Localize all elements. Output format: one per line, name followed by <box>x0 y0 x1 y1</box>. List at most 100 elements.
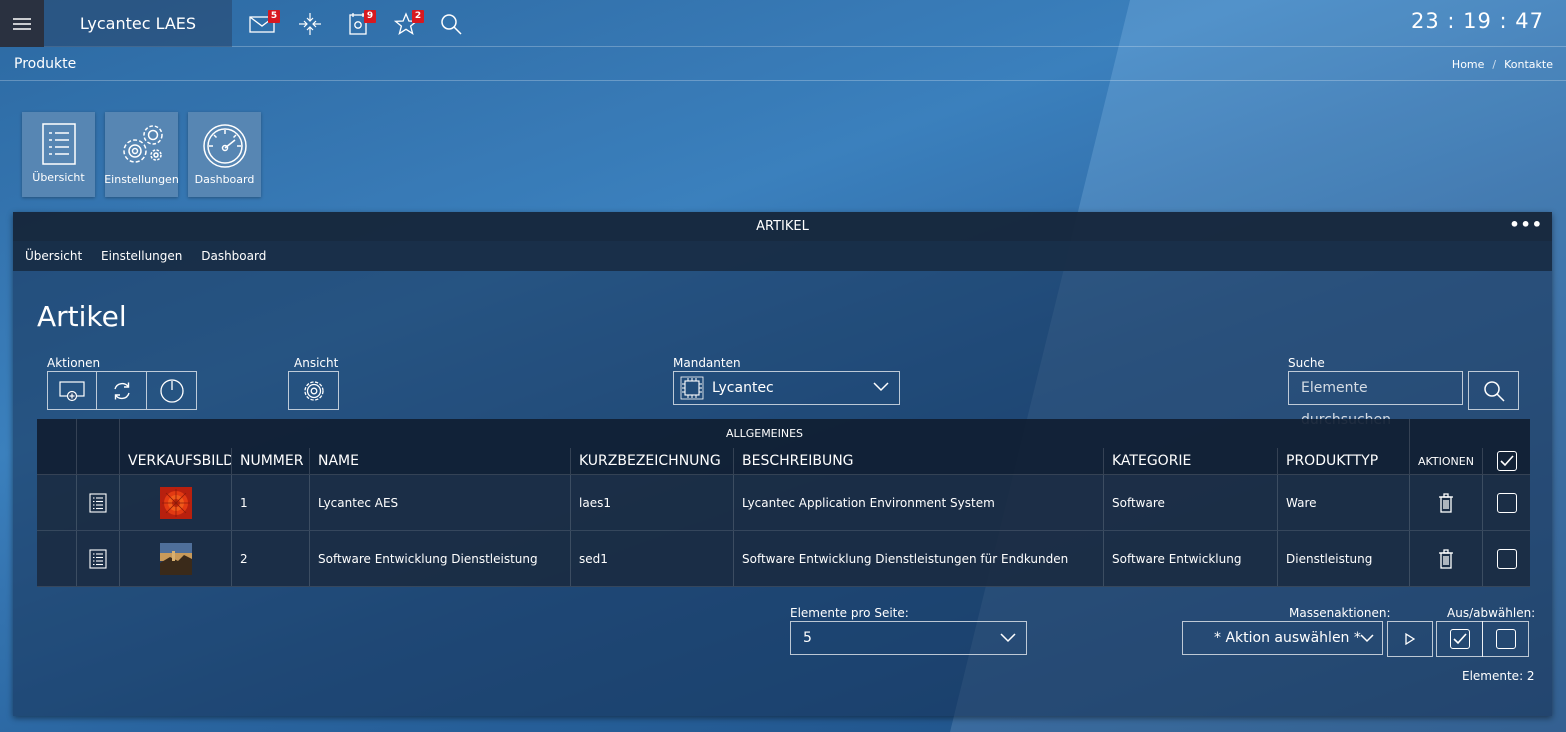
breadcrumb: Home / Kontakte <box>1452 58 1553 71</box>
cell-nummer: 2 <box>232 531 310 586</box>
search-input[interactable]: Elemente durchsuchen <box>1288 371 1463 428</box>
delete-button[interactable] <box>1410 531 1483 586</box>
play-icon <box>1405 633 1415 645</box>
power-button[interactable] <box>147 371 197 410</box>
power-icon <box>159 378 184 403</box>
favorites-badge: 2 <box>412 10 424 23</box>
table-row[interactable]: 1 Lycantec AES laes1 Lycantec Applicatio… <box>37 475 1530 531</box>
deselect-all-button[interactable] <box>1482 621 1529 657</box>
row-checkbox[interactable] <box>1483 475 1530 530</box>
artikel-table: ALLGEMEINES VERKAUFSBILD NUMMER NAME KUR… <box>37 419 1530 587</box>
mandanten-select[interactable]: Lycantec <box>673 371 900 405</box>
nav-uebersicht[interactable]: Übersicht <box>25 249 82 263</box>
chip-icon <box>680 376 704 400</box>
col-produkttyp[interactable]: PRODUKTTYP <box>1278 448 1410 474</box>
hamburger-menu-icon[interactable] <box>0 0 44 47</box>
table-row[interactable]: 2 Software Entwicklung Dienstleistung se… <box>37 531 1530 587</box>
cell-name: Software Entwicklung Dienstleistung <box>310 531 571 586</box>
col-nummer[interactable]: NUMMER <box>232 448 310 474</box>
chevron-down-icon <box>1000 633 1016 643</box>
delete-button[interactable] <box>1410 475 1483 530</box>
nav-einstellungen[interactable]: Einstellungen <box>101 249 182 263</box>
col-aktionen: AKTIONEN <box>1410 448 1483 474</box>
add-screen-icon <box>59 380 85 401</box>
tile-uebersicht[interactable]: Übersicht <box>22 112 95 197</box>
mass-actions-value: * Aktion auswählen * <box>1214 630 1361 646</box>
mandanten-value: Lycantec <box>712 380 774 396</box>
tile-dashboard[interactable]: Dashboard <box>188 112 261 197</box>
gears-icon <box>122 125 163 163</box>
per-page-label: Elemente pro Seite: <box>790 606 909 620</box>
nav-dashboard[interactable]: Dashboard <box>201 249 266 263</box>
tile-einstellungen[interactable]: Einstellungen <box>104 112 179 197</box>
trash-icon <box>1439 548 1453 569</box>
cell-name: Lycantec AES <box>310 475 571 530</box>
search-button[interactable] <box>1468 371 1519 410</box>
select-toggle-label: Aus/abwählen: <box>1447 606 1536 620</box>
sale-image-cell <box>120 475 232 530</box>
add-item-button[interactable] <box>47 371 97 410</box>
cell-kategorie: Software Entwicklung <box>1104 531 1278 586</box>
checkbox-empty-icon <box>1495 629 1516 649</box>
cell-kategorie: Software <box>1104 475 1278 530</box>
breadcrumb-kontakte[interactable]: Kontakte <box>1504 58 1553 71</box>
artikel-panel: ARTIKEL ••• Übersicht Einstellungen Dash… <box>13 212 1552 716</box>
app-brand[interactable]: Lycantec LAES <box>44 0 232 47</box>
chevron-down-icon <box>873 382 889 392</box>
mail-icon[interactable]: 5 <box>246 8 280 40</box>
list-icon <box>89 548 107 569</box>
product-image-landscape <box>159 542 192 575</box>
more-options-icon[interactable]: ••• <box>1509 210 1543 239</box>
col-verkaufsbild[interactable]: VERKAUFSBILD <box>120 448 232 474</box>
execute-mass-action-button[interactable] <box>1387 621 1433 657</box>
col-beschreibung[interactable]: BESCHREIBUNG <box>734 448 1104 474</box>
refresh-button[interactable] <box>97 371 147 410</box>
checkbox-checked-icon <box>1449 629 1470 649</box>
row-checkbox[interactable] <box>1483 531 1530 586</box>
cell-nummer: 1 <box>232 475 310 530</box>
tile-label: Übersicht <box>32 171 85 184</box>
select-all-button[interactable] <box>1436 621 1483 657</box>
row-spacer <box>37 475 77 530</box>
col-kurzbezeichnung[interactable]: KURZBEZEICHNUNG <box>571 448 734 474</box>
chevron-down-icon <box>1360 634 1374 643</box>
view-settings-button[interactable] <box>288 371 339 410</box>
tile-label: Dashboard <box>194 173 255 186</box>
list-icon <box>41 123 76 165</box>
ansicht-label: Ansicht <box>294 356 339 370</box>
cell-kurzbezeichnung: laes1 <box>571 475 734 530</box>
product-image-flower <box>159 486 192 519</box>
per-page-value: 5 <box>803 630 812 646</box>
header-spacer <box>77 419 120 448</box>
trash-icon <box>1439 492 1453 513</box>
gear-icon <box>303 380 324 401</box>
select-all-checkbox[interactable] <box>1483 448 1530 474</box>
checkbox-empty-icon <box>1496 548 1517 569</box>
row-spacer <box>37 531 77 586</box>
tile-label: Einstellungen <box>104 173 179 186</box>
search-icon[interactable] <box>435 8 467 40</box>
tasks-badge: 9 <box>364 10 376 23</box>
star-icon[interactable]: 2 <box>390 8 424 40</box>
per-page-select[interactable]: 5 <box>790 621 1027 655</box>
header-spacer <box>77 448 120 474</box>
collapse-arrows-icon[interactable] <box>294 8 326 40</box>
gauge-icon <box>202 124 247 168</box>
breadcrumb-home[interactable]: Home <box>1452 58 1484 71</box>
breadcrumb-separator: / <box>1492 58 1497 71</box>
table-header-row: VERKAUFSBILD NUMMER NAME KURZBEZEICHNUNG… <box>37 448 1530 475</box>
checkbox-checked-icon <box>1496 451 1517 471</box>
col-name[interactable]: NAME <box>310 448 571 474</box>
col-kategorie[interactable]: KATEGORIE <box>1104 448 1278 474</box>
clock: 23 : 19 : 47 <box>1410 9 1544 33</box>
cell-produkttyp: Ware <box>1278 475 1410 530</box>
ansicht-group <box>288 371 339 410</box>
mass-actions-select[interactable]: * Aktion auswählen * <box>1182 621 1383 655</box>
row-details-button[interactable] <box>77 531 120 586</box>
element-count: Elemente: 2 <box>1462 669 1535 683</box>
aktionen-group <box>47 371 197 410</box>
row-details-button[interactable] <box>77 475 120 530</box>
notebook-icon[interactable]: 9 <box>342 8 376 40</box>
cell-kurzbezeichnung: sed1 <box>571 531 734 586</box>
group-header: ALLGEMEINES <box>120 419 1410 448</box>
